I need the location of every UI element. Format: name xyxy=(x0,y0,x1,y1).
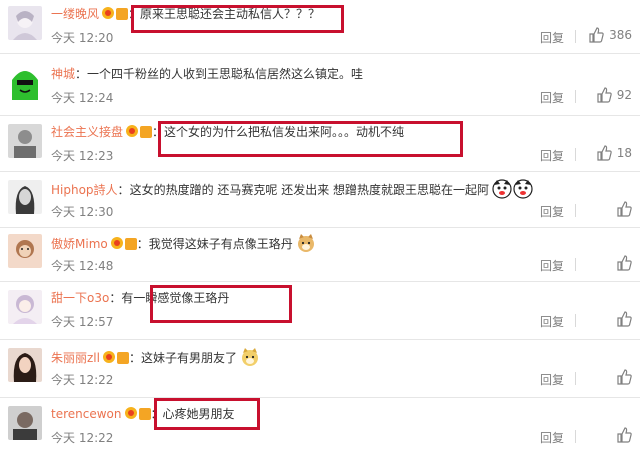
divider xyxy=(575,430,576,443)
like-button[interactable] xyxy=(616,427,632,443)
username[interactable]: 神城 xyxy=(51,67,75,81)
divider xyxy=(575,90,576,103)
member-badge-icon xyxy=(124,406,138,420)
like-count: 18 xyxy=(616,146,632,160)
divider xyxy=(575,372,576,385)
reply-button[interactable]: 回复 xyxy=(540,257,564,274)
avatar[interactable] xyxy=(8,6,42,40)
like-button[interactable]: 18 xyxy=(596,145,632,161)
reply-button[interactable]: 回复 xyxy=(540,371,564,388)
comment-item: 朱丽丽zll ：这妹子有男朋友了 今天 12:22 回复 xyxy=(0,342,640,398)
thumbs-up-icon xyxy=(617,255,632,271)
thumbs-up-icon xyxy=(617,427,632,443)
avatar[interactable] xyxy=(8,234,42,268)
comment-list: 一缕晚风 ：原来王思聪还会主动私信人？？？ 今天 12:20 回复 386 神城：… xyxy=(0,0,640,455)
thumbs-up-icon xyxy=(597,87,612,103)
avatar[interactable] xyxy=(8,66,42,100)
avatar[interactable] xyxy=(8,290,42,324)
thumbs-up-icon xyxy=(617,369,632,385)
username[interactable]: 甜一下o3o xyxy=(51,291,109,305)
comment-item: Hiphop詩人：这女的热度蹭的 还马赛克呢 还发出来 想蹭热度就跟王思聪在一起… xyxy=(0,174,640,228)
thumbs-up-icon xyxy=(617,311,632,327)
divider xyxy=(575,148,576,161)
member-badge-icon xyxy=(101,6,115,20)
comment-text: 我觉得这妹子有点像王珞丹 xyxy=(148,237,293,251)
comment-time: 今天 12:24 xyxy=(51,91,114,105)
divider xyxy=(575,258,576,271)
thumbs-up-icon xyxy=(597,145,612,161)
avatar[interactable] xyxy=(8,348,42,382)
like-button[interactable]: 92 xyxy=(596,87,632,103)
username[interactable]: Hiphop詩人 xyxy=(51,183,118,197)
member-badge-icon xyxy=(125,124,139,138)
doge-emoji-icon xyxy=(240,347,260,367)
comment-time: 今天 12:30 xyxy=(51,205,114,219)
divider xyxy=(575,314,576,327)
comment-item: terencewon ：心疼她男朋友 今天 12:22 回复 xyxy=(0,400,640,455)
dog-emoji-icon xyxy=(513,179,533,199)
like-button[interactable] xyxy=(616,369,632,385)
username[interactable]: 社会主义接盘 xyxy=(51,125,123,139)
comment-item: 神城：一个四千粉丝的人收到王思聪私信居然这么镇定。哇 今天 12:24 回复 9… xyxy=(0,60,640,116)
comment-item: 一缕晚风 ：原来王思聪还会主动私信人？？？ 今天 12:20 回复 386 xyxy=(0,0,640,54)
comment-text: 这妹子有男朋友了 xyxy=(140,351,237,365)
avatar[interactable] xyxy=(8,180,42,214)
reply-button[interactable]: 回复 xyxy=(540,429,564,446)
vip-level-icon xyxy=(116,352,129,364)
comment-time: 今天 12:48 xyxy=(51,259,114,273)
member-badge-icon xyxy=(110,236,124,250)
avatar[interactable] xyxy=(8,406,42,440)
comment-time: 今天 12:22 xyxy=(51,431,114,445)
comment-time: 今天 12:20 xyxy=(51,31,114,45)
like-button[interactable] xyxy=(616,311,632,327)
vip-level-icon xyxy=(138,408,151,420)
comment-text: 这女的热度蹭的 还马赛克呢 还发出来 想蹭热度就跟王思聪在一起阿 xyxy=(129,183,490,197)
username[interactable]: 朱丽丽zll xyxy=(51,351,100,365)
username[interactable]: terencewon xyxy=(51,407,122,421)
like-button[interactable] xyxy=(616,201,632,217)
comment-text: 心疼她男朋友 xyxy=(162,407,235,421)
username[interactable]: 一缕晚风 xyxy=(51,7,99,21)
reply-button[interactable]: 回复 xyxy=(540,203,564,220)
reply-button[interactable]: 回复 xyxy=(540,147,564,164)
username[interactable]: 傲娇Mimo xyxy=(51,237,108,251)
comment-time: 今天 12:22 xyxy=(51,373,114,387)
comment-text: 这个女的为什么把私信发出来阿。。。动机不纯 xyxy=(164,125,405,139)
comment-text: 一个四千粉丝的人收到王思聪私信居然这么镇定。哇 xyxy=(87,67,364,81)
comment-item: 甜一下o3o：有一瞬感觉像王珞丹 今天 12:57 回复 xyxy=(0,284,640,340)
like-count: 386 xyxy=(609,28,632,42)
vip-level-icon xyxy=(124,238,137,250)
comment-time: 今天 12:57 xyxy=(51,315,114,329)
like-button[interactable]: 386 xyxy=(588,27,632,43)
vip-level-icon xyxy=(116,8,129,20)
like-button[interactable] xyxy=(616,255,632,271)
comment-item: 傲娇Mimo ：我觉得这妹子有点像王珞丹 今天 12:48 回复 xyxy=(0,228,640,282)
member-badge-icon xyxy=(102,350,116,364)
comment-item: 社会主义接盘 ：这个女的为什么把私信发出来阿。。。动机不纯 今天 12:23 回复… xyxy=(0,118,640,172)
doge-emoji-icon xyxy=(296,233,316,253)
reply-button[interactable]: 回复 xyxy=(540,313,564,330)
comment-text: 原来王思聪还会主动私信人？？？ xyxy=(140,7,321,21)
reply-button[interactable]: 回复 xyxy=(540,29,564,46)
divider xyxy=(575,30,576,43)
reply-button[interactable]: 回复 xyxy=(540,89,564,106)
comment-time: 今天 12:23 xyxy=(51,149,114,163)
thumbs-up-icon xyxy=(589,27,604,43)
divider xyxy=(575,204,576,217)
like-count: 92 xyxy=(616,88,632,102)
thumbs-up-icon xyxy=(617,201,632,217)
vip-level-icon xyxy=(140,126,153,138)
dog-emoji-icon xyxy=(492,179,512,199)
comment-text: 有一瞬感觉像王珞丹 xyxy=(121,291,230,305)
avatar[interactable] xyxy=(8,124,42,158)
